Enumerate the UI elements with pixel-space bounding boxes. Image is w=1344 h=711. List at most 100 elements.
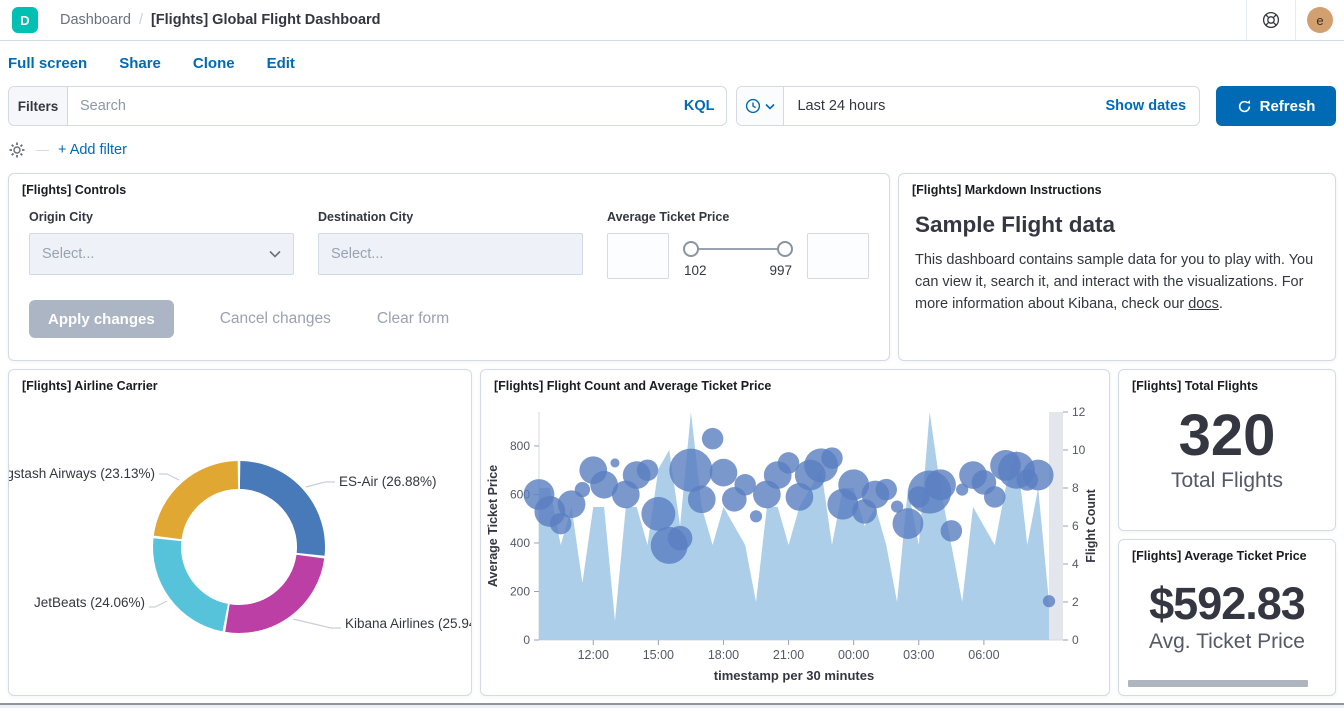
donut-slice-jetbeats[interactable] bbox=[167, 540, 225, 618]
time-range-value[interactable]: Last 24 hours bbox=[784, 98, 1105, 114]
donut-label: ES-Air (26.88%) bbox=[339, 474, 437, 489]
donut-label: Kibana Airlines (25.94%) bbox=[345, 616, 471, 631]
flight-count-area-series bbox=[539, 412, 1049, 640]
avg-ticket-price-bubble bbox=[941, 520, 963, 542]
add-filter-button[interactable]: + Add filter bbox=[58, 142, 127, 158]
slider-handle-max[interactable] bbox=[777, 241, 793, 257]
avg-ticket-price-bubble bbox=[1043, 595, 1055, 607]
svg-text:6: 6 bbox=[1072, 519, 1079, 533]
destination-city-select[interactable]: Select... bbox=[318, 233, 583, 275]
avg-ticket-price-bubble bbox=[750, 510, 762, 522]
top-header: D Dashboard / [Flights] Global Flight Da… bbox=[0, 0, 1344, 41]
origin-city-select[interactable]: Select... bbox=[29, 233, 294, 275]
flight-count-bubble-chart[interactable]: 020040060080002468101212:0015:0018:0021:… bbox=[481, 370, 1109, 695]
origin-city-placeholder: Select... bbox=[42, 246, 269, 262]
dashboard-grid: [Flights] Controls Origin City Select...… bbox=[0, 165, 1344, 696]
price-max-input[interactable] bbox=[807, 233, 869, 279]
avg-ticket-price-bubble bbox=[575, 482, 590, 497]
slider-min-value: 102 bbox=[684, 263, 707, 278]
donut-label: Logstash Airways (23.13%) bbox=[9, 466, 155, 481]
markdown-paragraph: This dashboard contains sample data for … bbox=[915, 249, 1319, 315]
cancel-changes-button[interactable]: Cancel changes bbox=[220, 310, 331, 328]
docs-link[interactable]: docs bbox=[1188, 296, 1219, 312]
filters-label[interactable]: Filters bbox=[9, 87, 68, 125]
svg-text:00:00: 00:00 bbox=[838, 648, 869, 662]
svg-text:06:00: 06:00 bbox=[968, 648, 999, 662]
filter-divider bbox=[36, 150, 49, 151]
kibana-logo[interactable]: D bbox=[12, 7, 38, 33]
avg-ticket-price-bubble bbox=[641, 497, 675, 531]
window-bottom-edge bbox=[0, 703, 1344, 708]
svg-text:4: 4 bbox=[1072, 557, 1079, 571]
help-lifebuoy-icon bbox=[1262, 11, 1280, 29]
avg-ticket-price-bubble bbox=[1023, 460, 1054, 491]
price-min-input[interactable] bbox=[607, 233, 669, 279]
breadcrumb: Dashboard / [Flights] Global Flight Dash… bbox=[60, 12, 381, 28]
kql-toggle[interactable]: KQL bbox=[684, 98, 727, 114]
svg-text:2: 2 bbox=[1072, 595, 1079, 609]
clear-form-button[interactable]: Clear form bbox=[377, 310, 449, 328]
avg-ticket-price-bubble bbox=[668, 526, 693, 551]
avg-ticket-price-bubble bbox=[637, 459, 659, 481]
panel-total-flights: [Flights] Total Flights 320 Total Flight… bbox=[1118, 369, 1336, 531]
avg-ticket-price-bubble bbox=[688, 485, 716, 513]
help-button[interactable] bbox=[1246, 0, 1295, 40]
time-quick-select-button[interactable] bbox=[737, 87, 784, 125]
refresh-label: Refresh bbox=[1260, 98, 1316, 115]
svg-text:21:00: 21:00 bbox=[773, 648, 804, 662]
svg-text:0: 0 bbox=[1072, 633, 1079, 647]
refresh-icon bbox=[1237, 99, 1252, 114]
panel-title: [Flights] Markdown Instructions bbox=[899, 174, 1335, 197]
panel-average-ticket-price: [Flights] Average Ticket Price $592.83 A… bbox=[1118, 539, 1336, 696]
svg-text:03:00: 03:00 bbox=[903, 648, 934, 662]
edit-button[interactable]: Edit bbox=[267, 55, 295, 72]
avatar: e bbox=[1307, 7, 1333, 33]
markdown-heading: Sample Flight data bbox=[915, 212, 1319, 238]
panel-markdown-instructions: [Flights] Markdown Instructions Sample F… bbox=[898, 173, 1336, 361]
breadcrumb-dashboard[interactable]: Dashboard bbox=[60, 12, 131, 28]
svg-text:timestamp per 30 minutes: timestamp per 30 minutes bbox=[714, 668, 874, 683]
search-bar: Filters KQL bbox=[8, 86, 727, 126]
donut-label: JetBeats (24.06%) bbox=[34, 595, 145, 610]
chevron-down-icon bbox=[765, 103, 775, 110]
page-title: [Flights] Global Flight Dashboard bbox=[151, 12, 381, 28]
svg-text:Average Ticket Price: Average Ticket Price bbox=[486, 465, 500, 587]
refresh-button[interactable]: Refresh bbox=[1216, 86, 1336, 126]
svg-text:12:00: 12:00 bbox=[578, 648, 609, 662]
share-button[interactable]: Share bbox=[119, 55, 161, 72]
svg-text:0: 0 bbox=[523, 633, 530, 647]
panel-title: [Flights] Airline Carrier bbox=[9, 370, 471, 393]
breadcrumb-separator: / bbox=[139, 12, 143, 28]
filter-settings-gear-icon[interactable] bbox=[8, 141, 26, 159]
full-screen-button[interactable]: Full screen bbox=[8, 55, 87, 72]
panel-flights-controls: [Flights] Controls Origin City Select...… bbox=[8, 173, 890, 361]
svg-text:12: 12 bbox=[1072, 405, 1086, 419]
avg-ticket-price-bubble bbox=[925, 469, 956, 500]
donut-slice-kibana-airlines[interactable] bbox=[227, 557, 310, 619]
total-flights-value: 320 bbox=[1179, 407, 1276, 465]
avg-ticket-price-bubble bbox=[984, 486, 1006, 508]
donut-slice-es-air[interactable] bbox=[240, 475, 311, 554]
avg-ticket-price-bubble bbox=[669, 449, 712, 492]
show-dates-button[interactable]: Show dates bbox=[1106, 98, 1200, 114]
slider-track bbox=[691, 248, 785, 250]
slider-handle-min[interactable] bbox=[683, 241, 699, 257]
airline-carrier-donut-chart[interactable]: ES-Air (26.88%) Kibana Airlines (25.94%) J… bbox=[9, 370, 471, 695]
avg-ticket-price-bubble bbox=[821, 447, 843, 469]
horizontal-scrollbar[interactable] bbox=[1128, 680, 1308, 687]
user-menu-button[interactable]: e bbox=[1295, 0, 1344, 40]
avg-ticket-price-label: Average Ticket Price bbox=[607, 210, 872, 224]
panel-title: [Flights] Total Flights bbox=[1119, 370, 1335, 393]
clone-button[interactable]: Clone bbox=[193, 55, 235, 72]
svg-text:8: 8 bbox=[1072, 481, 1079, 495]
price-range-slider: 102 997 bbox=[683, 233, 793, 278]
avg-ticket-price-bubble bbox=[893, 508, 924, 539]
time-picker: Last 24 hours Show dates bbox=[736, 86, 1200, 126]
donut-slice-logstash-airways[interactable] bbox=[168, 475, 238, 537]
total-flights-label: Total Flights bbox=[1171, 469, 1283, 493]
search-input[interactable] bbox=[68, 87, 684, 125]
panel-flight-count-chart: [Flights] Flight Count and Average Ticke… bbox=[480, 369, 1110, 696]
slider-max-value: 997 bbox=[769, 263, 792, 278]
apply-changes-button[interactable]: Apply changes bbox=[29, 300, 174, 338]
origin-city-label: Origin City bbox=[29, 210, 294, 224]
